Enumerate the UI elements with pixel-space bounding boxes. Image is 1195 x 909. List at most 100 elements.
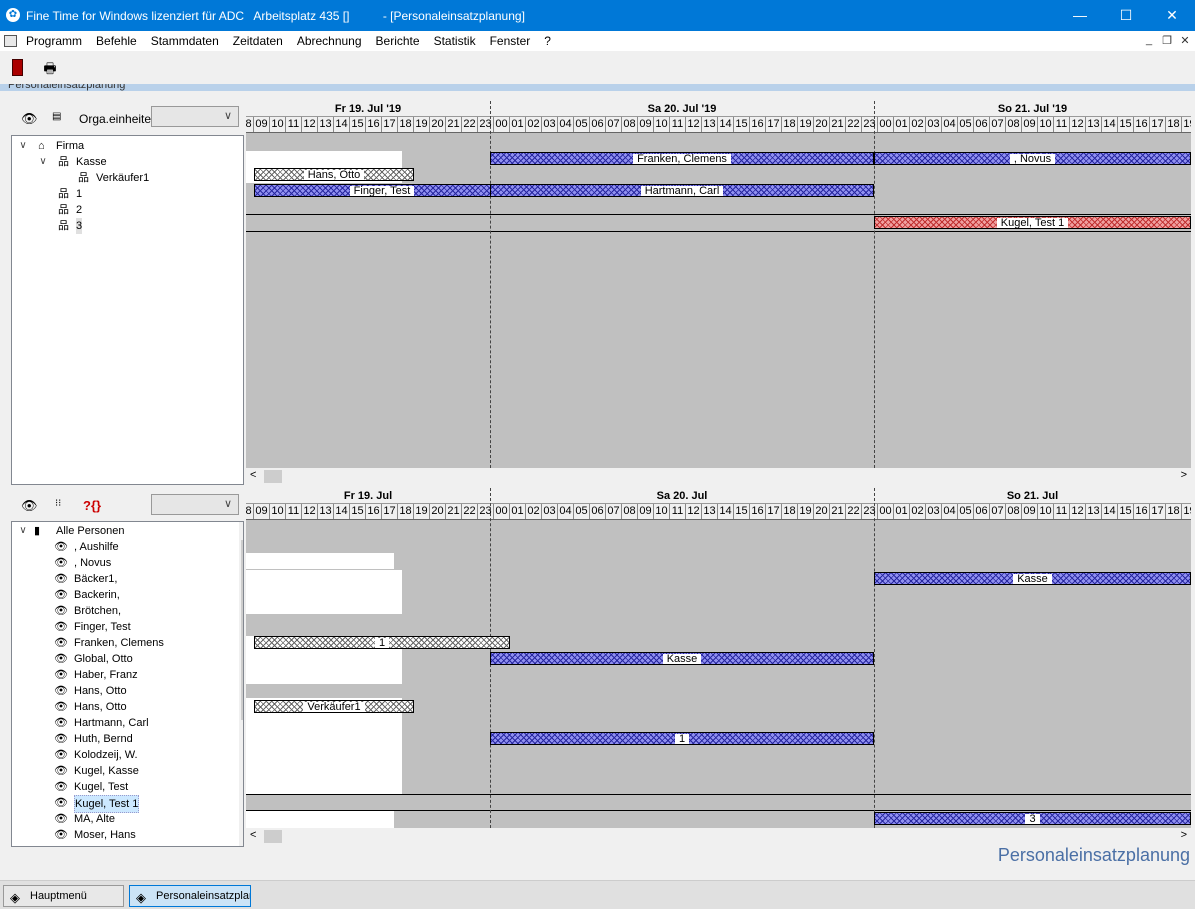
person-node[interactable]: 👁 Huth, Bernd xyxy=(12,731,222,747)
scroll-right-icon[interactable]: > xyxy=(1181,469,1187,481)
person-node[interactable]: 👁 , Novus xyxy=(12,555,222,571)
person-node[interactable]: 👁 Kugel, Test 1 xyxy=(12,795,222,813)
person-shift-bar[interactable]: 3 xyxy=(874,812,1191,825)
person-node[interactable]: 👁 Kolodzeij, W. xyxy=(12,747,222,763)
orga-shift-bar[interactable]: Finger, Test xyxy=(254,184,510,197)
close-button[interactable]: ✕ xyxy=(1149,0,1195,31)
hour-tick: 16 xyxy=(366,504,382,519)
person-shift-bar[interactable]: Kasse xyxy=(874,572,1191,585)
expand-chevron-icon[interactable]: ∨ xyxy=(18,138,28,154)
tree-node[interactable]: ∨ ⌂ Firma xyxy=(12,138,232,154)
exit-door-icon[interactable] xyxy=(7,58,27,78)
person-node[interactable]: 👁 Backerin, xyxy=(12,587,222,603)
scroll-down-icon[interactable]: ∨ xyxy=(242,835,243,846)
orga-shift-bar[interactable]: , Novus xyxy=(874,152,1191,165)
shift-label: Kasse xyxy=(1013,574,1052,584)
person-shift-bar[interactable]: 1 xyxy=(254,636,510,649)
person-node[interactable]: 👁 Haber, Franz xyxy=(12,667,222,683)
scroll-thumb[interactable] xyxy=(264,470,282,483)
task-personaleinsatzplanung[interactable]: ◈ Personaleinsatzplan xyxy=(129,885,251,907)
task-hauptmenue[interactable]: ◈ Hauptmenü xyxy=(3,885,124,907)
person-node[interactable]: 👁 Brötchen, xyxy=(12,603,222,619)
menu-statistik[interactable]: Statistik xyxy=(434,34,476,48)
day-header: So 21. Jul '19 xyxy=(874,101,1191,117)
orga-combo[interactable] xyxy=(151,106,239,127)
query-icon[interactable]: ?{} xyxy=(83,498,101,513)
person-node[interactable]: 👁 Kugel, Test xyxy=(12,779,222,795)
person-combo[interactable] xyxy=(151,494,239,515)
person-node[interactable]: 👁 Hartmann, Carl xyxy=(12,715,222,731)
tree-node[interactable]: 品1 xyxy=(12,186,232,202)
orga-shift-bar[interactable]: Hans, Otto xyxy=(254,168,414,181)
person-node[interactable]: 👁 Franken, Clemens xyxy=(12,635,222,651)
scroll-thumb[interactable] xyxy=(241,540,243,720)
person-node[interactable]: 👁 MA, Alte xyxy=(12,811,222,827)
mdi-close-button[interactable]: ✕ xyxy=(1176,34,1194,49)
person-node[interactable]: 👁 , Aushilfe xyxy=(12,539,222,555)
mdi-restore-button[interactable]: ❐ xyxy=(1158,34,1176,49)
expand-chevron-icon[interactable]: ∨ xyxy=(18,523,28,539)
top-hscrollbar[interactable]: < > xyxy=(246,468,1191,485)
hour-tick: 20 xyxy=(814,117,830,132)
expand-chevron-icon[interactable]: ∨ xyxy=(38,154,48,170)
mdi-child-icon[interactable] xyxy=(4,35,17,47)
person-name: Hans, Otto xyxy=(74,701,127,713)
hour-tick: 07 xyxy=(606,117,622,132)
orga-shift-bar[interactable]: Franken, Clemens xyxy=(490,152,874,165)
menu-help[interactable]: ? xyxy=(544,34,551,48)
scroll-right-icon[interactable]: > xyxy=(1181,829,1187,841)
scroll-left-icon[interactable]: < xyxy=(250,829,256,841)
person-node[interactable]: 👁 Global, Otto xyxy=(12,651,222,667)
mdi-minimize-button[interactable]: _ xyxy=(1140,34,1158,49)
person-eye-icon: 👁 xyxy=(54,717,68,729)
scroll-thumb[interactable] xyxy=(264,830,282,843)
menu-programm[interactable]: Programm xyxy=(26,34,82,48)
grid-dots-icon[interactable]: ⁝⁝ xyxy=(55,498,61,509)
availability-cell xyxy=(246,151,402,167)
tree-node[interactable]: 品2 xyxy=(12,202,232,218)
hour-tick: 19 xyxy=(798,504,814,519)
person-node[interactable]: 👁 Moser, Hans xyxy=(12,827,222,843)
shift-label: Finger, Test xyxy=(349,186,415,196)
tree-node[interactable]: 品3 xyxy=(12,218,232,234)
top-schedule-grid[interactable]: Fr 19. Jul '19 Sa 20. Jul '19 So 21. Jul '… xyxy=(246,101,1191,468)
hour-tick: 16 xyxy=(366,117,382,132)
app-icon[interactable]: ✿ xyxy=(6,8,20,22)
minimize-button[interactable]: — xyxy=(1057,0,1103,31)
orga-shift-bar[interactable]: Kugel, Test 1 xyxy=(874,216,1191,229)
person-shift-bar[interactable]: Kasse xyxy=(490,652,874,665)
availability-cell xyxy=(246,570,402,614)
orga-shift-bar[interactable]: Hartmann, Carl xyxy=(490,184,874,197)
shift-label: Verkäufer1 xyxy=(303,702,365,712)
menu-zeitdaten[interactable]: Zeitdaten xyxy=(233,34,283,48)
scroll-left-icon[interactable]: < xyxy=(250,469,256,481)
availability-cell xyxy=(246,810,394,828)
person-node[interactable]: 👁 Hans, Otto xyxy=(12,699,222,715)
tree-root-node[interactable]: ∨ ▮ Alle Personen xyxy=(12,523,222,539)
menu-befehle[interactable]: Befehle xyxy=(96,34,137,48)
view-eye-icon[interactable]: 👁 xyxy=(21,498,38,514)
menu-berichte[interactable]: Berichte xyxy=(376,34,420,48)
bottom-hscrollbar[interactable]: < > xyxy=(246,828,1191,845)
tree-node[interactable]: ∨ 品 Kasse xyxy=(12,154,232,170)
module-brand-label: Personaleinsatzplanung xyxy=(997,845,1190,865)
hour-tick: 08 xyxy=(246,117,254,132)
menu-fenster[interactable]: Fenster xyxy=(490,34,531,48)
person-node[interactable]: 👁 Finger, Test xyxy=(12,619,222,635)
bottom-schedule-grid[interactable]: Fr 19. JulSa 20. JulSo 21. Jul0809101112… xyxy=(246,488,1191,828)
menu-abrechnung[interactable]: Abrechnung xyxy=(297,34,362,48)
tree-node[interactable]: 品 Verkäufer1 xyxy=(12,170,232,186)
menu-stammdaten[interactable]: Stammdaten xyxy=(151,34,219,48)
maximize-button[interactable]: ☐ xyxy=(1103,0,1149,31)
day-header: Sa 20. Jul '19 xyxy=(490,101,874,117)
view-eye-icon[interactable]: 👁 xyxy=(21,111,38,127)
filter-film-icon[interactable]: ▤ xyxy=(52,111,61,122)
person-node[interactable]: 👁 Bäcker1, xyxy=(12,571,222,587)
person-shift-bar[interactable]: 1 xyxy=(490,732,874,745)
printer-icon[interactable]: 🖶 xyxy=(40,58,60,78)
tree-vscrollbar[interactable]: ∧ ∨ xyxy=(239,522,243,846)
person-shift-bar[interactable]: Verkäufer1 xyxy=(254,700,414,713)
person-node[interactable]: 👁 Hans, Otto xyxy=(12,683,222,699)
person-node[interactable]: 👁 Kugel, Kasse xyxy=(12,763,222,779)
scroll-up-icon[interactable]: ∧ xyxy=(242,522,243,533)
